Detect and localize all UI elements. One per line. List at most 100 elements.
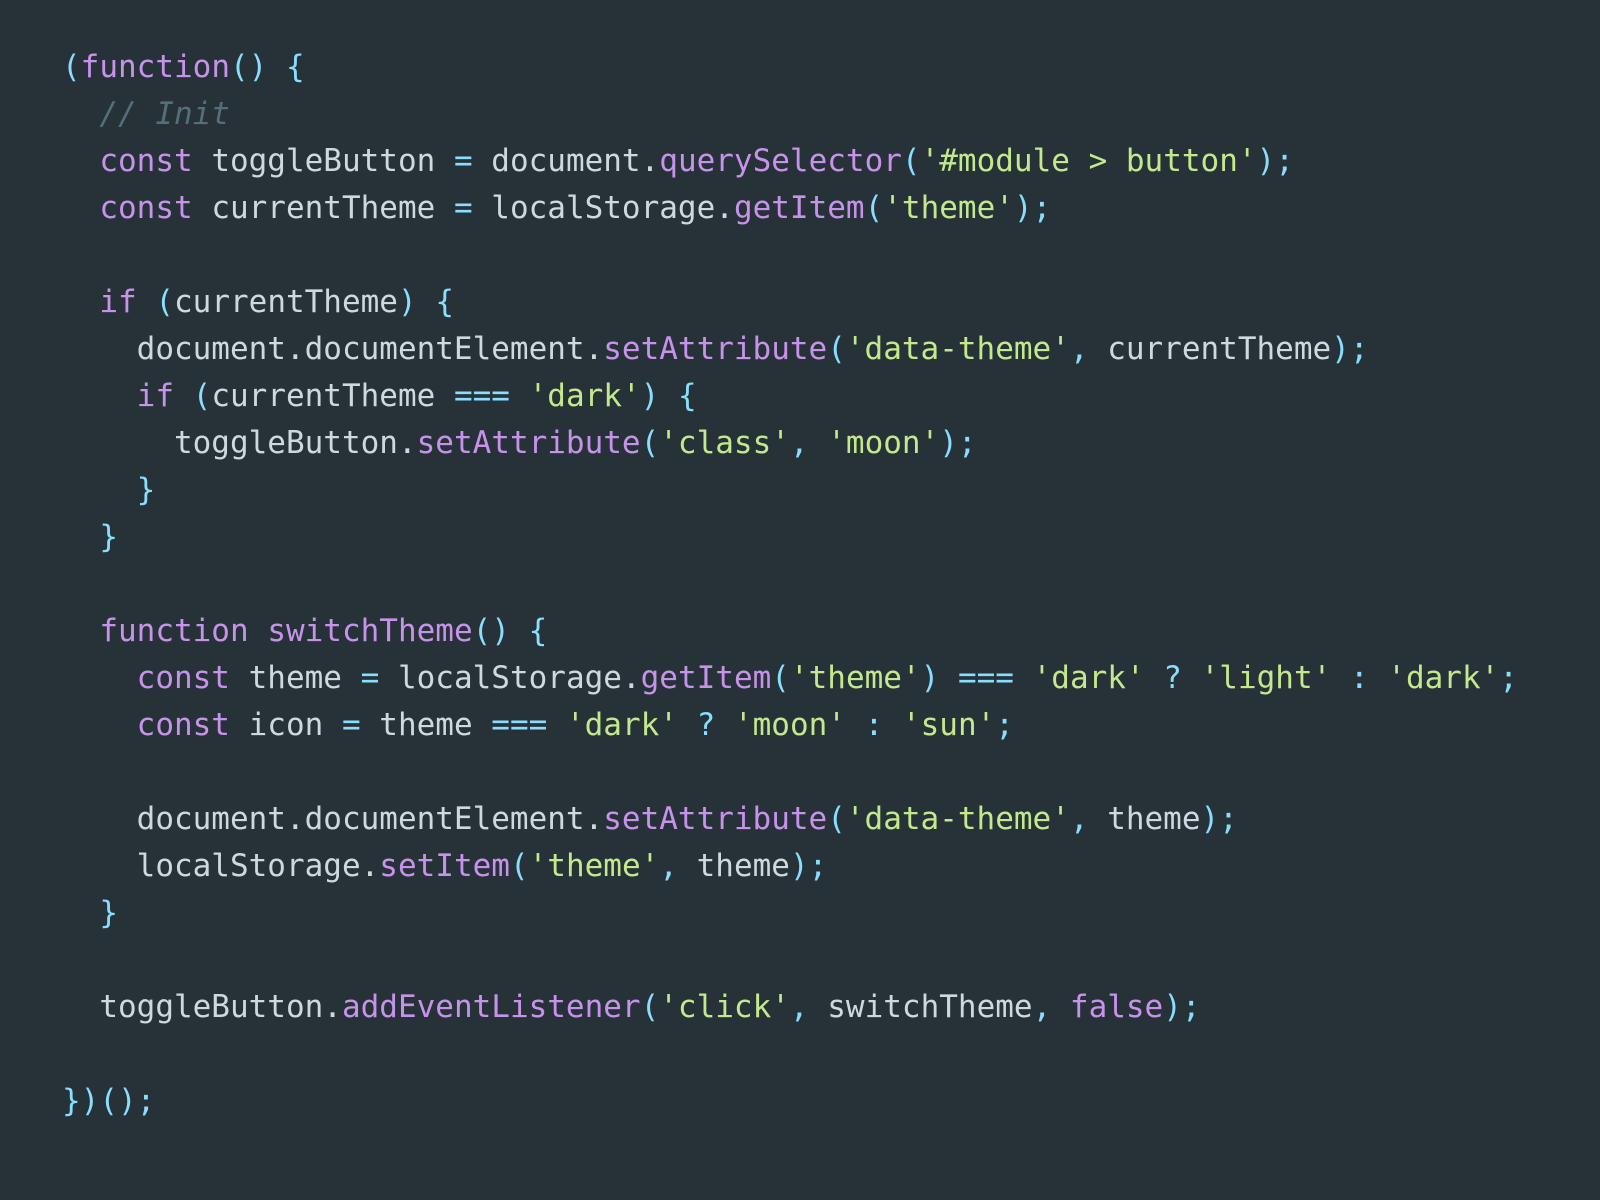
token-punct: = bbox=[341, 707, 361, 743]
code-line: const icon = theme === 'dark' ? 'moon' :… bbox=[62, 702, 1600, 749]
token-plain: toggleButton bbox=[192, 143, 454, 179]
token-punct: ( bbox=[827, 801, 846, 837]
token-punct: ( bbox=[192, 378, 212, 414]
token-punct: ); bbox=[1163, 989, 1201, 1025]
token-plain: . bbox=[621, 660, 641, 696]
token-plain: currentTheme bbox=[211, 378, 454, 414]
token-plain: document bbox=[472, 143, 641, 179]
token-punct: , bbox=[1032, 989, 1052, 1025]
token-punct: })(); bbox=[62, 1083, 156, 1119]
token-plain: localStorage. bbox=[136, 848, 380, 884]
code-editor-surface[interactable]: (function() { // Init const toggleButton… bbox=[0, 0, 1600, 1200]
token-str: 'dark' bbox=[565, 707, 678, 743]
token-kw: const bbox=[136, 707, 230, 743]
token-plain: . bbox=[640, 143, 660, 179]
token-punct: } bbox=[99, 895, 118, 931]
code-line: } bbox=[62, 890, 1600, 937]
token-plain: currentTheme bbox=[174, 284, 398, 320]
token-plain: toggleButton. bbox=[99, 989, 342, 1025]
token-str: 'data-theme' bbox=[845, 331, 1070, 367]
token-punct: { bbox=[285, 49, 305, 85]
token-punct: ); bbox=[789, 848, 828, 884]
token-punct: , bbox=[1069, 331, 1089, 367]
token-plain: document.documentElement. bbox=[136, 331, 604, 367]
token-punct: ); bbox=[1200, 801, 1238, 837]
token-punct: ( bbox=[509, 848, 529, 884]
token-kw: false bbox=[1069, 989, 1164, 1025]
token-punct: } bbox=[99, 519, 118, 555]
token-kw: const bbox=[99, 143, 193, 179]
code-line: })(); bbox=[62, 1078, 1600, 1125]
code-line: const toggleButton = document.querySelec… bbox=[62, 138, 1600, 185]
code-line: const currentTheme = localStorage.getIte… bbox=[62, 185, 1600, 232]
token-punct: = bbox=[453, 190, 473, 226]
token-fn: setAttribute bbox=[416, 425, 641, 461]
code-line: toggleButton.addEventListener('click', s… bbox=[62, 984, 1600, 1031]
code-line: (function() { bbox=[62, 44, 1600, 91]
token-punct: ( bbox=[155, 284, 174, 320]
token-punct: === bbox=[453, 378, 510, 414]
token-punct: ) bbox=[397, 284, 417, 320]
token-str: 'sun' bbox=[901, 707, 996, 743]
token-punct: ; bbox=[1499, 660, 1518, 696]
token-plain: toggleButton. bbox=[173, 425, 417, 461]
token-fn: setAttribute bbox=[603, 331, 828, 367]
token-plain: theme bbox=[360, 707, 492, 743]
token-str: 'dark' bbox=[528, 378, 641, 414]
token-punct: ; bbox=[995, 707, 1014, 743]
token-fn: addEventListener bbox=[341, 989, 641, 1025]
token-str: 'class' bbox=[659, 425, 790, 461]
token-punct: () bbox=[229, 49, 268, 85]
token-fn: getItem bbox=[733, 190, 865, 226]
token-punct: ( bbox=[864, 190, 884, 226]
token-punct: ); bbox=[1256, 143, 1294, 179]
token-str: 'moon' bbox=[827, 425, 940, 461]
token-plain: switchTheme bbox=[808, 989, 1033, 1025]
code-line: function switchTheme() { bbox=[62, 608, 1600, 655]
token-punct: , bbox=[659, 848, 678, 884]
token-plain: theme bbox=[1088, 801, 1201, 837]
token-str: 'moon' bbox=[733, 707, 846, 743]
code-line: // Init bbox=[62, 91, 1600, 138]
token-str: 'click' bbox=[659, 989, 790, 1025]
token-str: 'dark' bbox=[1032, 660, 1145, 696]
token-plain: icon bbox=[229, 707, 342, 743]
token-punct: } bbox=[136, 472, 156, 508]
token-str: 'data-theme' bbox=[845, 801, 1070, 837]
token-kw: const bbox=[136, 660, 230, 696]
token-punct: , bbox=[1069, 801, 1089, 837]
token-plain: . bbox=[715, 190, 734, 226]
token-fn: getItem bbox=[640, 660, 772, 696]
token-punct: { bbox=[435, 284, 454, 320]
token-kw: if bbox=[136, 378, 174, 414]
